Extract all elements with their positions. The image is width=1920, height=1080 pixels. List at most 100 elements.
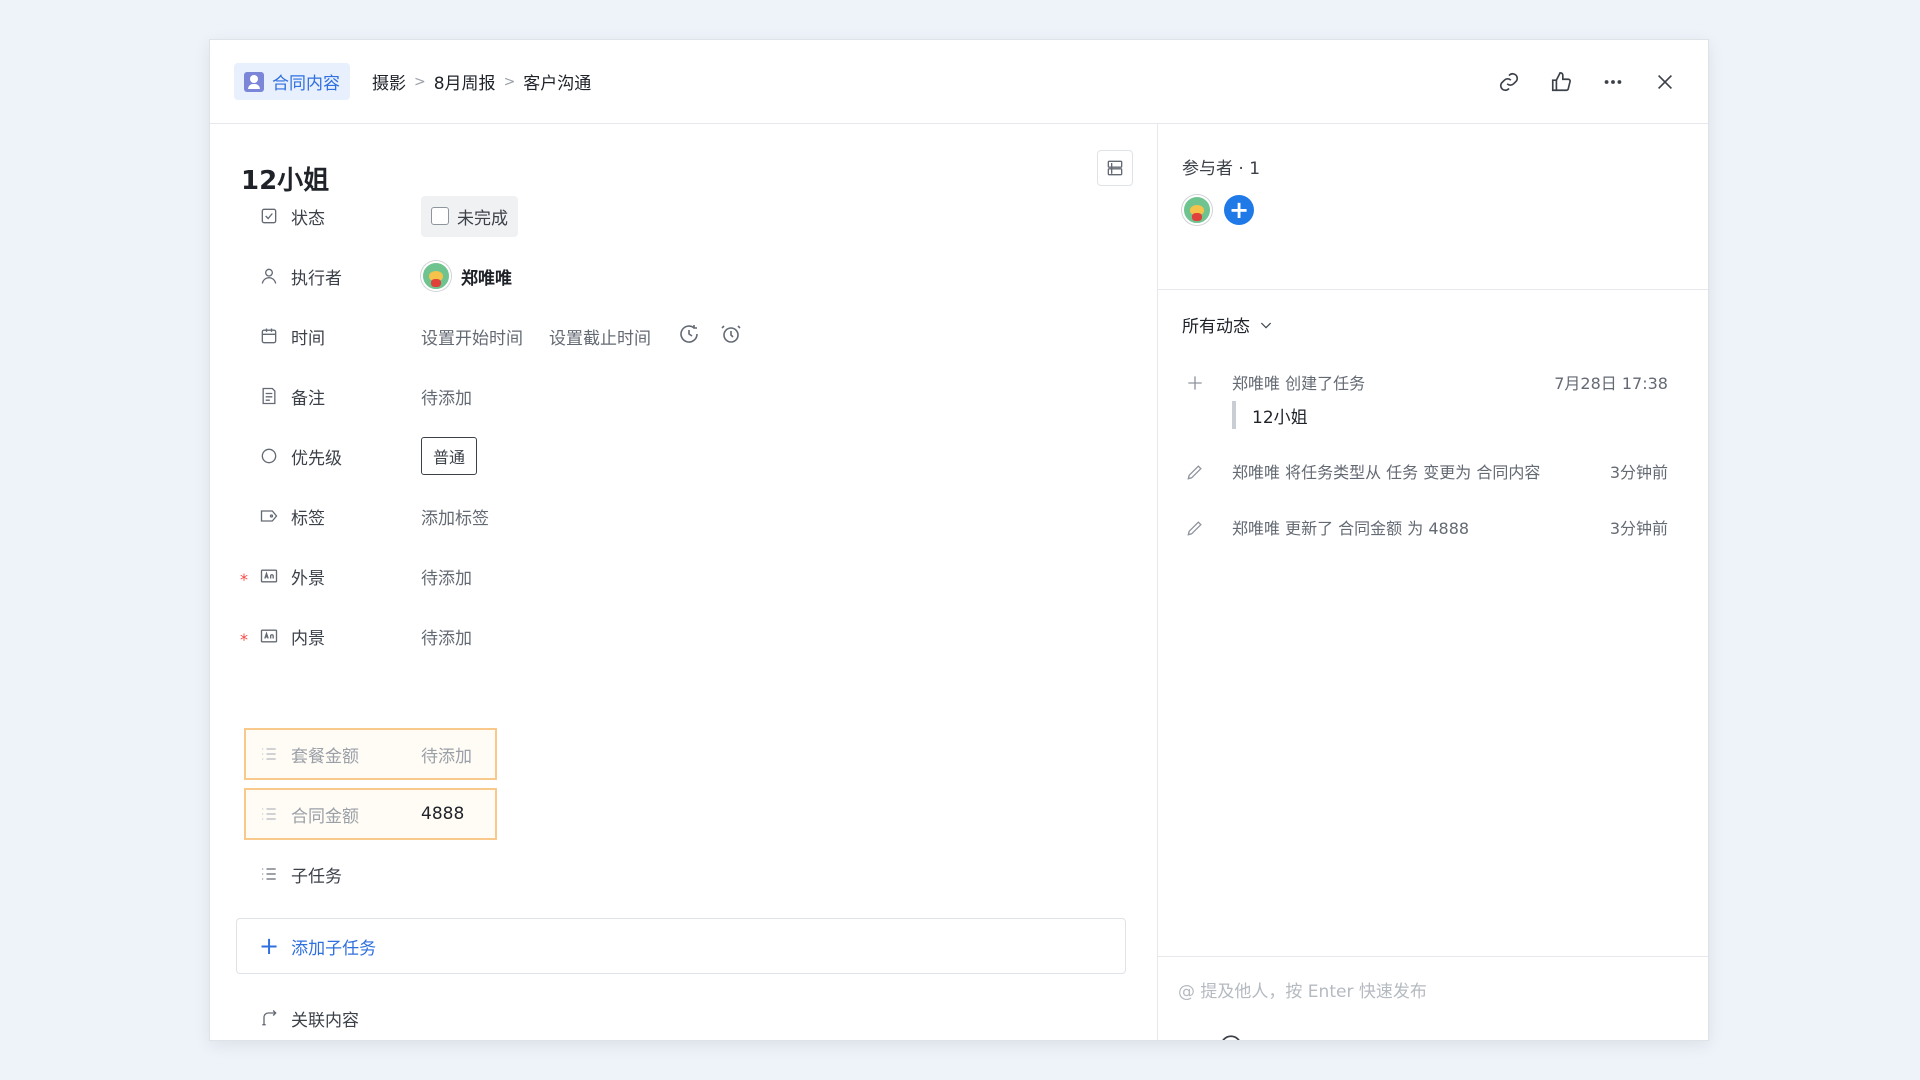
task-type-label: 合同内容 — [272, 74, 340, 94]
field-label-exterior: 外景 — [291, 568, 325, 589]
repeat-icon[interactable] — [677, 322, 701, 351]
field-label-related: 关联内容 — [291, 1010, 359, 1031]
status-checkbox[interactable] — [431, 207, 449, 225]
attachment-button[interactable] — [1178, 1033, 1204, 1041]
package-amount-value[interactable]: 待添加 — [421, 742, 472, 767]
assignee-selector[interactable]: 郑唯唯 — [421, 261, 512, 291]
required-mark: * — [240, 630, 248, 649]
note-value[interactable]: 待添加 — [421, 384, 472, 409]
plus-icon — [1182, 370, 1208, 396]
activity-text: 郑唯唯 创建了任务 — [1232, 374, 1366, 393]
add-subtask-label: 添加子任务 — [291, 938, 377, 959]
layout-toggle-button[interactable] — [1097, 150, 1133, 186]
breadcrumb-item-stage[interactable]: 客户沟通 — [523, 69, 591, 94]
publish-button[interactable]: 发布 — [1622, 1035, 1678, 1040]
interior-value[interactable]: 待添加 — [421, 624, 472, 649]
task-detail-modal: 合同内容 摄影 > 8月周报 > 客户沟通 12小姐 状态 未完成 执行者 郑唯… — [209, 39, 1709, 1041]
modal-header: 合同内容 摄影 > 8月周报 > 客户沟通 — [210, 40, 1708, 124]
field-label-assignee: 执行者 — [291, 268, 342, 289]
activity-time: 3分钟前 — [1609, 463, 1668, 482]
contract-amount-value[interactable]: 4888 — [421, 804, 464, 824]
field-assignee: 执行者 郑唯唯 — [240, 252, 512, 300]
user-icon — [258, 265, 280, 287]
list-icon — [258, 743, 280, 765]
field-label-status: 状态 — [291, 208, 325, 229]
field-label-priority: 优先级 — [291, 448, 342, 469]
copy-link-button[interactable] — [1496, 69, 1522, 95]
set-due-time-button[interactable]: 设置截止时间 — [549, 324, 651, 349]
side-panel: 参与者 · 1 + 所有动态 郑唯唯 创建了任务 7月28日 17:38 12小… — [1157, 124, 1708, 1040]
activity-time: 3分钟前 — [1609, 519, 1668, 538]
task-type-tag[interactable]: 合同内容 — [234, 63, 350, 100]
avatar — [421, 261, 451, 291]
task-main-panel: 12小姐 状态 未完成 执行者 郑唯唯 时间 设置开始时间 设置截止时间 备注 … — [210, 124, 1157, 1040]
activity-filter[interactable]: 所有动态 — [1182, 312, 1274, 337]
alarm-icon[interactable] — [719, 322, 743, 351]
more-horizontal-icon — [1604, 80, 1622, 84]
breadcrumb: 摄影 > 8月周报 > 客户沟通 — [372, 69, 591, 95]
chevron-right-icon: > — [414, 73, 426, 90]
header-actions — [1496, 40, 1678, 124]
activity-item: 郑唯唯 创建了任务 7月28日 17:38 — [1182, 370, 1668, 396]
comment-tools — [1178, 1033, 1244, 1041]
calendar-icon — [258, 325, 280, 347]
exterior-value[interactable]: 待添加 — [421, 564, 472, 589]
field-related: 关联内容 — [240, 994, 421, 1040]
field-subtasks: 子任务 — [240, 850, 421, 898]
note-icon — [258, 385, 280, 407]
close-icon — [1657, 74, 1673, 90]
like-button[interactable] — [1548, 69, 1574, 95]
divider — [1158, 289, 1708, 290]
field-status: 状态 未完成 — [240, 192, 518, 240]
field-interior: * 内景 待添加 — [228, 612, 472, 660]
field-exterior: * 外景 待添加 — [228, 552, 472, 600]
priority-selector[interactable]: 普通 — [421, 437, 478, 475]
add-subtask-button[interactable]: + 添加子任务 — [236, 918, 1126, 974]
field-note: 备注 待添加 — [240, 372, 472, 420]
field-label-tags: 标签 — [291, 508, 325, 529]
list-icon — [258, 863, 280, 885]
plus-icon: + — [259, 932, 280, 960]
breadcrumb-item-project[interactable]: 摄影 — [372, 69, 406, 94]
activity-item: 郑唯唯 将任务类型从 任务 变更为 合同内容 3分钟前 — [1182, 459, 1668, 485]
add-participant-button[interactable]: + — [1224, 195, 1254, 225]
status-toggle[interactable]: 未完成 — [421, 195, 518, 237]
breadcrumb-item-list[interactable]: 8月周报 — [434, 69, 496, 94]
emoji-button[interactable] — [1218, 1033, 1244, 1040]
field-tags: 标签 添加标签 — [240, 492, 489, 540]
text-field-icon — [258, 565, 280, 587]
circle-icon — [258, 445, 280, 467]
activity-text: 郑唯唯 更新了 合同金额 为 4888 — [1232, 519, 1470, 538]
tag-icon — [258, 505, 280, 527]
participants-list: + — [1182, 195, 1254, 225]
field-priority: 优先级 普通 — [240, 432, 478, 480]
chevron-down-icon — [1260, 322, 1272, 329]
field-label-package-amount: 套餐金额 — [291, 746, 359, 767]
field-package-amount: 套餐金额 待添加 — [240, 730, 472, 778]
paperclip-icon — [1178, 1033, 1204, 1041]
checkbox-square-icon — [258, 205, 280, 227]
status-value: 未完成 — [457, 208, 508, 229]
activity-quote: 12小姐 — [1232, 401, 1308, 429]
field-label-contract-amount: 合同金额 — [291, 806, 359, 827]
field-label-subtasks: 子任务 — [291, 866, 342, 887]
link-icon — [1499, 72, 1519, 92]
thumbs-up-icon — [1551, 72, 1571, 92]
more-button[interactable] — [1600, 69, 1626, 95]
publish-label: 发布 — [1622, 1035, 1656, 1040]
comment-input[interactable]: @ 提及他人，按 Enter 快速发布 — [1178, 977, 1427, 1002]
activity-item: 郑唯唯 更新了 合同金额 为 4888 3分钟前 — [1182, 515, 1668, 541]
smile-icon — [1222, 1035, 1240, 1040]
activity-filter-label: 所有动态 — [1182, 317, 1250, 337]
required-mark: * — [240, 570, 248, 589]
field-time: 时间 设置开始时间 设置截止时间 — [240, 312, 743, 360]
add-tag-button[interactable]: 添加标签 — [421, 504, 489, 529]
set-start-time-button[interactable]: 设置开始时间 — [421, 324, 523, 349]
close-button[interactable] — [1652, 69, 1678, 95]
comment-composer: @ 提及他人，按 Enter 快速发布 发布 — [1158, 956, 1708, 1040]
field-label-time: 时间 — [291, 328, 325, 349]
avatar[interactable] — [1182, 195, 1212, 225]
pencil-icon — [1182, 515, 1208, 541]
contract-type-icon — [244, 71, 264, 92]
field-label-interior: 内景 — [291, 628, 325, 649]
